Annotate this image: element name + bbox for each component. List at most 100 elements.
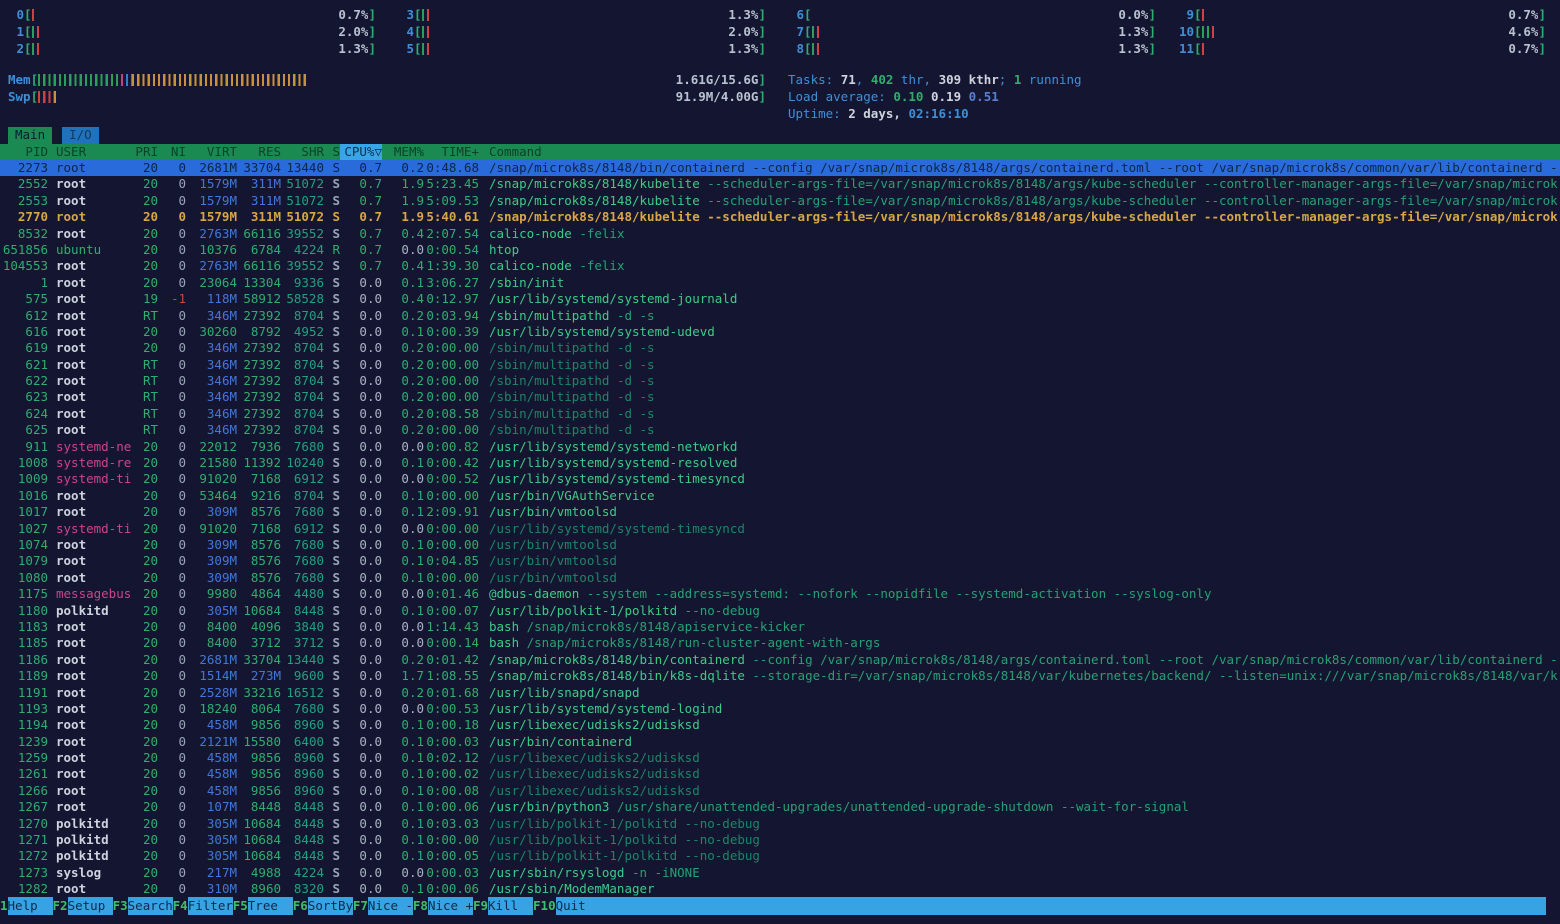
header-time[interactable]: TIME+ <box>424 144 479 160</box>
header-res[interactable]: RES <box>237 144 281 160</box>
cell-s: S <box>324 389 340 405</box>
process-row-pid-1175[interactable]: 1175messagebus200998048644480S0.00.00:01… <box>0 586 1560 602</box>
header-shr[interactable]: SHR <box>281 144 324 160</box>
fn-key-f4[interactable]: F4 <box>173 897 188 915</box>
process-row-pid-1008[interactable]: 1008systemd-re200215801139210240S0.00.10… <box>0 455 1560 471</box>
header-pid[interactable]: PID <box>0 144 48 160</box>
tab-main[interactable]: Main <box>8 127 52 144</box>
process-row-pid-622[interactable]: 622rootRT0346M273928704S0.00.20:00.00/sb… <box>0 373 1560 389</box>
cell-mem: 0.0 <box>382 619 424 635</box>
status-text-block: Tasks: 71, 402 thr, 309 kthr; 1 running … <box>788 71 1546 122</box>
process-row-pid-1185[interactable]: 1185root200840037123712S0.00.00:00.14bas… <box>0 635 1560 651</box>
process-row-pid-1191[interactable]: 1191root2002528M3321616512S0.00.20:01.68… <box>0 685 1560 701</box>
process-row-pid-2553[interactable]: 2553root2001579M311M51072S0.71.95:09.53/… <box>0 193 1560 209</box>
process-row-pid-1282[interactable]: 1282root200310M89608320S0.00.10:00.06/us… <box>0 881 1560 897</box>
cell-mem: 0.1 <box>382 603 424 619</box>
process-row-pid-616[interactable]: 616root2003026087924952S0.00.10:00.39/us… <box>0 324 1560 340</box>
header-pri[interactable]: PRI <box>132 144 158 160</box>
process-row-pid-1079[interactable]: 1079root200309M85767680S0.00.10:04.85/us… <box>0 553 1560 569</box>
process-row-pid-2552[interactable]: 2552root2001579M311M51072S0.71.95:23.45/… <box>0 176 1560 192</box>
cell-mem: 0.2 <box>382 422 424 438</box>
process-row-pid-911[interactable]: 911systemd-ne2002201279367680S0.00.00:00… <box>0 439 1560 455</box>
fn-key-f10[interactable]: F10 <box>533 897 556 915</box>
fn-label-sortby[interactable]: SortBy <box>308 897 353 915</box>
process-row-pid-1259[interactable]: 1259root200458M98568960S0.00.10:02.12/us… <box>0 750 1560 766</box>
cell-cpu: 0.0 <box>340 488 382 504</box>
process-row-pid-1272[interactable]: 1272polkitd200305M106848448S0.00.10:00.0… <box>0 848 1560 864</box>
fn-key-f2[interactable]: F2 <box>53 897 68 915</box>
process-row-pid-619[interactable]: 619root200346M273928704S0.00.20:00.00/sb… <box>0 340 1560 356</box>
fn-label-nice-[interactable]: Nice - <box>368 897 413 915</box>
process-row-pid-1074[interactable]: 1074root200309M85767680S0.00.10:00.00/us… <box>0 537 1560 553</box>
process-row-pid-575[interactable]: 575root19-1118M5891258528S0.00.40:12.97/… <box>0 291 1560 307</box>
fn-label-help[interactable]: Help <box>8 897 53 915</box>
cell-cpu: 0.0 <box>340 439 382 455</box>
cell-pri: 20 <box>132 603 158 619</box>
process-row-pid-625[interactable]: 625rootRT0346M273928704S0.00.20:00.00/sb… <box>0 422 1560 438</box>
process-row-pid-1189[interactable]: 1189root2001514M273M9600S0.01.71:08.55/s… <box>0 668 1560 684</box>
fn-label-quit[interactable]: Quit <box>556 897 1546 915</box>
fn-key-f6[interactable]: F6 <box>293 897 308 915</box>
process-row-pid-8532[interactable]: 8532root2002763M6611639552S0.70.42:07.54… <box>0 226 1560 242</box>
process-row-pid-651856[interactable]: 651856ubuntu2001037667844224R0.70.00:00.… <box>0 242 1560 258</box>
fn-label-filter[interactable]: Filter <box>188 897 233 915</box>
process-row-pid-1027[interactable]: 1027systemd-ti2009102071686912S0.00.00:0… <box>0 521 1560 537</box>
status-text-part: , <box>856 72 871 87</box>
header-command[interactable]: Command <box>489 144 1560 160</box>
process-row-pid-1183[interactable]: 1183root200840040963840S0.00.01:14.43bas… <box>0 619 1560 635</box>
process-row-pid-104553[interactable]: 104553root2002763M6611639552S0.70.41:39.… <box>0 258 1560 274</box>
process-row-pid-612[interactable]: 612rootRT0346M273928704S0.00.20:03.94/sb… <box>0 308 1560 324</box>
process-row-pid-1193[interactable]: 1193root2001824080647680S0.00.00:00.53/u… <box>0 701 1560 717</box>
header-virt[interactable]: VIRT <box>186 144 237 160</box>
cell-res: 27392 <box>237 308 281 324</box>
cell-res: 66116 <box>237 258 281 274</box>
process-row-pid-1080[interactable]: 1080root200309M85767680S0.00.10:00.00/us… <box>0 570 1560 586</box>
header-ni[interactable]: NI <box>158 144 186 160</box>
process-row-pid-2770[interactable]: 2770root2001579M311M51072S0.71.95:40.61/… <box>0 209 1560 225</box>
fn-key-f8[interactable]: F8 <box>413 897 428 915</box>
header-user[interactable]: USER <box>56 144 132 160</box>
fn-key-f5[interactable]: F5 <box>233 897 248 915</box>
process-row-pid-1009[interactable]: 1009systemd-ti2009102071686912S0.00.00:0… <box>0 471 1560 487</box>
process-row-pid-623[interactable]: 623rootRT0346M273928704S0.00.20:00.00/sb… <box>0 389 1560 405</box>
process-row-pid-1186[interactable]: 1186root2002681M3370413440S0.00.20:01.42… <box>0 652 1560 668</box>
process-row-pid-621[interactable]: 621rootRT0346M273928704S0.00.20:00.00/sb… <box>0 357 1560 373</box>
fn-key-f9[interactable]: F9 <box>473 897 488 915</box>
cell-res: 9856 <box>237 783 281 799</box>
process-row-pid-1273[interactable]: 1273syslog200217M49884224S0.00.00:00.03/… <box>0 865 1560 881</box>
cell-virt: 10376 <box>186 242 237 258</box>
process-row-pid-2273[interactable]: 2273root2002681M3370413440S0.70.20:48.68… <box>0 160 1560 176</box>
header-state[interactable]: S <box>324 144 340 160</box>
cell-pid: 622 <box>0 373 48 389</box>
process-row-pid-1266[interactable]: 1266root200458M98568960S0.00.10:00.08/us… <box>0 783 1560 799</box>
fn-label-kill[interactable]: Kill <box>488 897 533 915</box>
process-row-pid-1016[interactable]: 1016root2005346492168704S0.00.10:00.00/u… <box>0 488 1560 504</box>
process-row-pid-1194[interactable]: 1194root200458M98568960S0.00.10:00.18/us… <box>0 717 1560 733</box>
process-row-pid-1017[interactable]: 1017root200309M85767680S0.00.12:09.91/us… <box>0 504 1560 520</box>
process-row-pid-1239[interactable]: 1239root2002121M155806400S0.00.10:00.03/… <box>0 734 1560 750</box>
cell-virt: 305M <box>186 603 237 619</box>
fn-key-1[interactable]: 1 <box>0 897 8 915</box>
process-row-pid-624[interactable]: 624rootRT0346M273928704S0.00.20:08.58/sb… <box>0 406 1560 422</box>
process-row-pid-1180[interactable]: 1180polkitd200305M106848448S0.00.10:00.0… <box>0 603 1560 619</box>
process-row-pid-1261[interactable]: 1261root200458M98568960S0.00.10:00.02/us… <box>0 766 1560 782</box>
fn-label-setup[interactable]: Setup <box>68 897 113 915</box>
fn-label-search[interactable]: Search <box>128 897 173 915</box>
process-row-pid-1270[interactable]: 1270polkitd200305M106848448S0.00.10:03.0… <box>0 816 1560 832</box>
command-args: --no-debug <box>677 832 760 847</box>
fn-key-f7[interactable]: F7 <box>353 897 368 915</box>
cell-ni: 0 <box>158 537 186 553</box>
process-row-pid-1[interactable]: 1root20023064133049336S0.00.13:06.27/sbi… <box>0 275 1560 291</box>
header-mem[interactable]: MEM% <box>382 144 424 160</box>
cpu-meter-bar: 1.3% <box>812 23 1149 40</box>
fn-label-tree[interactable]: Tree <box>248 897 293 915</box>
process-row-pid-1271[interactable]: 1271polkitd200305M106848448S0.00.10:00.0… <box>0 832 1560 848</box>
cell-pid: 1008 <box>0 455 48 471</box>
function-key-bar: 1Help F2Setup F3SearchF4FilterF5Tree F6S… <box>0 897 1546 915</box>
tab-i-o[interactable]: I/O <box>62 127 99 144</box>
fn-key-f3[interactable]: F3 <box>113 897 128 915</box>
process-row-pid-1267[interactable]: 1267root200107M84488448S0.00.10:00.06/us… <box>0 799 1560 815</box>
header-cpu-sort[interactable]: CPU%▽ <box>340 144 382 160</box>
cell-mem: 0.0 <box>382 471 424 487</box>
fn-label-nice-[interactable]: Nice + <box>428 897 473 915</box>
